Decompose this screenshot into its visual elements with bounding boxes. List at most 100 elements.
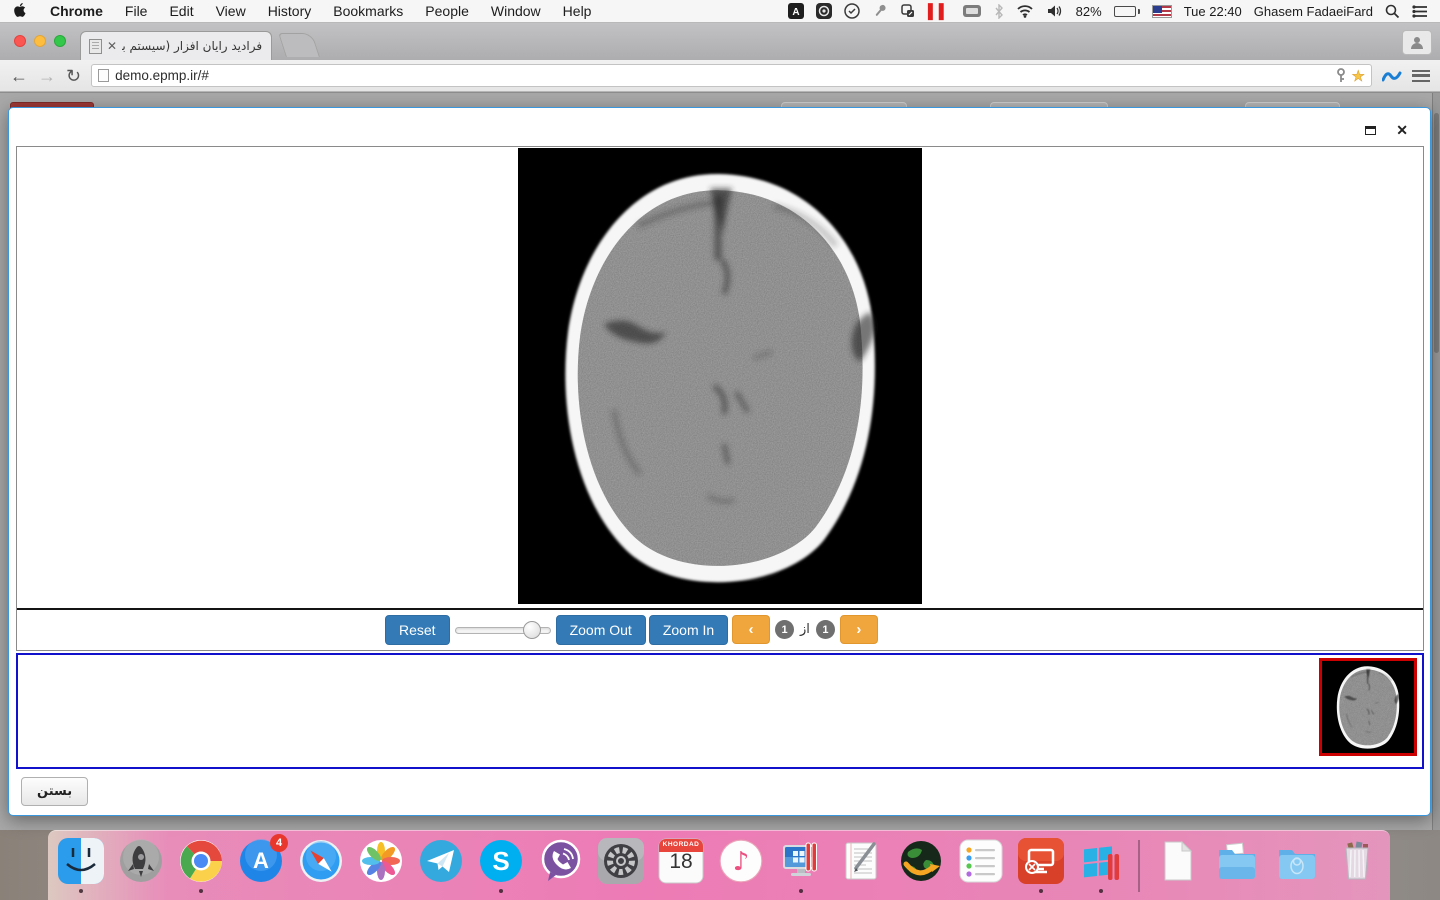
tab-favicon xyxy=(89,39,102,54)
volume-icon[interactable] xyxy=(1046,2,1064,20)
chrome-tabstrip: ✕ فرادید رایان افزار (سیستم برگزاری آ xyxy=(0,23,1440,60)
dock-document-icon[interactable] xyxy=(1154,838,1200,884)
adobe-icon[interactable]: A xyxy=(788,2,804,20)
dock-itunes-icon[interactable]: ♪ xyxy=(718,838,764,884)
chrome-menu-icon[interactable] xyxy=(1412,70,1430,82)
menubar-app-name[interactable]: Chrome xyxy=(50,3,103,19)
ct-thumbnail[interactable] xyxy=(1319,658,1417,756)
close-modal-button[interactable]: بستن xyxy=(21,777,88,806)
shortcut-switch-icon[interactable] xyxy=(900,2,916,20)
previous-image-button[interactable]: ‹ xyxy=(732,615,770,644)
window-close-button[interactable] xyxy=(14,35,26,47)
dock-skype-icon[interactable]: S xyxy=(478,838,524,884)
svg-text:♪: ♪ xyxy=(733,847,750,877)
tab-title: فرادید رایان افزار (سیستم برگزاری آ xyxy=(122,39,262,53)
dock-jdownloader-icon[interactable] xyxy=(898,838,944,884)
apple-menu-icon[interactable] xyxy=(14,2,28,20)
menubar-item-edit[interactable]: Edit xyxy=(169,3,193,19)
notification-center-icon[interactable] xyxy=(1412,2,1428,20)
chrome-toolbar: ← → ↻ demo.epmp.ir/# ★ xyxy=(0,60,1440,92)
zoom-out-button[interactable]: Zoom Out xyxy=(556,615,646,645)
current-page-badge: 1 xyxy=(775,620,794,639)
battery-percent: 82% xyxy=(1076,4,1102,19)
next-image-button[interactable]: › xyxy=(840,615,878,644)
dock-photos-icon[interactable] xyxy=(358,838,404,884)
calendar-day-label: 18 xyxy=(658,850,704,874)
macos-dock: A 4 S KHORDAD 18 ♪ xyxy=(48,830,1390,900)
ct-scan-image[interactable] xyxy=(518,148,922,604)
reload-button[interactable]: ↻ xyxy=(66,67,81,85)
input-language-flag-icon[interactable] xyxy=(1152,5,1172,18)
menubar-item-people[interactable]: People xyxy=(425,3,469,19)
pin-status-icon[interactable] xyxy=(872,2,888,20)
dock-viber-icon[interactable] xyxy=(538,838,584,884)
keyboard-status-icon[interactable] xyxy=(962,2,982,20)
window-minimize-button[interactable] xyxy=(34,35,46,47)
check-circle-icon[interactable] xyxy=(844,2,860,20)
reset-button[interactable]: Reset xyxy=(385,615,450,645)
back-button[interactable]: ← xyxy=(10,67,28,85)
dock-divider xyxy=(1138,840,1140,892)
page-scrollbar[interactable] xyxy=(1432,93,1440,830)
menubar-item-window[interactable]: Window xyxy=(491,3,541,19)
menubar-username[interactable]: Ghasem FadaeiFard xyxy=(1254,4,1373,19)
viewer-controls: Reset Zoom Out Zoom In ‹ 1 از 1 › xyxy=(17,610,1423,650)
dock-launchpad-icon[interactable] xyxy=(118,838,164,884)
dock-calendar-icon[interactable]: KHORDAD 18 xyxy=(658,838,704,884)
browser-tab[interactable]: ✕ فرادید رایان افزار (سیستم برگزاری آ xyxy=(80,31,272,60)
dock-appstore-icon[interactable]: A 4 xyxy=(238,838,284,884)
dock-chrome-icon[interactable] xyxy=(178,838,224,884)
parallels-status-icon[interactable]: ▌▌ xyxy=(928,3,950,19)
spotlight-search-icon[interactable] xyxy=(1385,2,1400,20)
person-icon xyxy=(1409,35,1425,51)
dock-remote-desktop-icon[interactable] xyxy=(1018,838,1064,884)
zoom-in-button[interactable]: Zoom In xyxy=(649,615,728,645)
dock-telegram-icon[interactable] xyxy=(418,838,464,884)
window-zoom-button[interactable] xyxy=(54,35,66,47)
address-bar[interactable]: demo.epmp.ir/# ★ xyxy=(91,64,1372,87)
forward-button[interactable]: → xyxy=(38,67,56,85)
image-area xyxy=(17,147,1423,608)
tab-close-icon[interactable]: ✕ xyxy=(107,40,117,52)
new-tab-button[interactable] xyxy=(278,33,320,57)
calendar-month-label: KHORDAD xyxy=(658,841,704,848)
zoom-slider[interactable] xyxy=(455,615,551,645)
battery-icon xyxy=(1114,6,1140,17)
menubar-clock[interactable]: Tue 22:40 xyxy=(1184,4,1242,19)
zoom-slider-handle[interactable] xyxy=(523,621,541,639)
camera-status-icon[interactable] xyxy=(816,2,832,20)
dock-linux-folder-icon[interactable] xyxy=(1274,838,1320,884)
dock-textedit-icon[interactable] xyxy=(838,838,884,884)
svg-text:A: A xyxy=(792,7,799,18)
image-viewer-modal: ✕ xyxy=(8,107,1431,816)
modal-close-icon[interactable]: ✕ xyxy=(1396,123,1408,137)
bookmark-star-icon[interactable]: ★ xyxy=(1352,67,1365,85)
dock-windows-icon[interactable] xyxy=(1078,838,1124,884)
window-controls xyxy=(14,35,66,47)
page-icon xyxy=(98,69,109,82)
menubar-item-history[interactable]: History xyxy=(268,3,312,19)
menubar-item-bookmarks[interactable]: Bookmarks xyxy=(333,3,403,19)
modal-maximize-icon[interactable] xyxy=(1365,126,1376,135)
dock-safari-icon[interactable] xyxy=(298,838,344,884)
url-text[interactable]: demo.epmp.ir/# xyxy=(115,68,1329,83)
bluetooth-icon[interactable] xyxy=(994,2,1004,20)
dock-settings-icon[interactable] xyxy=(598,838,644,884)
page-of-label: از xyxy=(799,622,811,637)
menubar-item-view[interactable]: View xyxy=(216,3,246,19)
profile-button[interactable] xyxy=(1402,30,1432,55)
key-icon[interactable] xyxy=(1336,68,1346,83)
wifi-icon[interactable] xyxy=(1016,2,1034,20)
modal-footer: بستن xyxy=(9,769,1430,815)
extension-wave-icon[interactable] xyxy=(1382,69,1402,83)
dock-parallels-icon[interactable] xyxy=(778,838,824,884)
menubar-item-file[interactable]: File xyxy=(125,3,148,19)
dock-finder-icon[interactable] xyxy=(58,838,104,884)
dock-trash-icon[interactable] xyxy=(1334,838,1380,884)
dock-documents-folder-icon[interactable] xyxy=(1214,838,1260,884)
dock-reminders-icon[interactable] xyxy=(958,838,1004,884)
thumbnail-strip xyxy=(16,653,1424,769)
total-page-badge: 1 xyxy=(816,620,835,639)
menubar-item-help[interactable]: Help xyxy=(563,3,592,19)
macos-menubar: Chrome File Edit View History Bookmarks … xyxy=(0,0,1440,23)
